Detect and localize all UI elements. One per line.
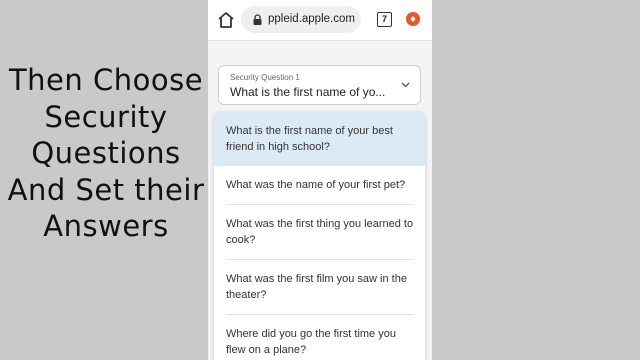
page-content: Security Question 1 What is the first na…: [208, 41, 432, 360]
question-option[interactable]: What was the first film you saw in the t…: [214, 260, 425, 314]
question-option[interactable]: What is the first name of your best frie…: [214, 112, 425, 166]
lock-icon: [253, 14, 262, 25]
question-dropdown-menu: What is the first name of your best frie…: [214, 112, 425, 360]
question-option[interactable]: What was the first thing you learned to …: [214, 205, 425, 259]
selected-question: What is the first name of yo...: [230, 85, 386, 99]
security-question-1-select[interactable]: Security Question 1 What is the first na…: [218, 65, 421, 105]
home-icon[interactable]: [216, 10, 236, 30]
question-option[interactable]: Where did you go the first time you flew…: [214, 315, 425, 360]
address-bar[interactable]: ppleid.apple.com: [241, 6, 361, 33]
browser-toolbar: ppleid.apple.com 7: [208, 0, 432, 41]
caption-line: And Set their: [7, 172, 205, 207]
caption-line: Security: [44, 99, 168, 134]
caption-line: Then Choose: [8, 63, 204, 97]
question-option[interactable]: What was the name of your first pet?: [214, 166, 425, 204]
security-question-label: Security Question 1: [230, 73, 300, 82]
url-text: ppleid.apple.com: [268, 13, 355, 25]
caption-line: Answers: [43, 209, 169, 243]
extension-icon[interactable]: [406, 12, 420, 26]
caption-line: Questions: [31, 136, 181, 170]
chevron-down-icon: [401, 82, 410, 88]
video-caption: Then Choose Security Questions And Set t…: [4, 62, 208, 245]
phone-screen: ppleid.apple.com 7 Security Question 1 W…: [208, 0, 432, 360]
tabs-icon[interactable]: 7: [377, 12, 392, 27]
